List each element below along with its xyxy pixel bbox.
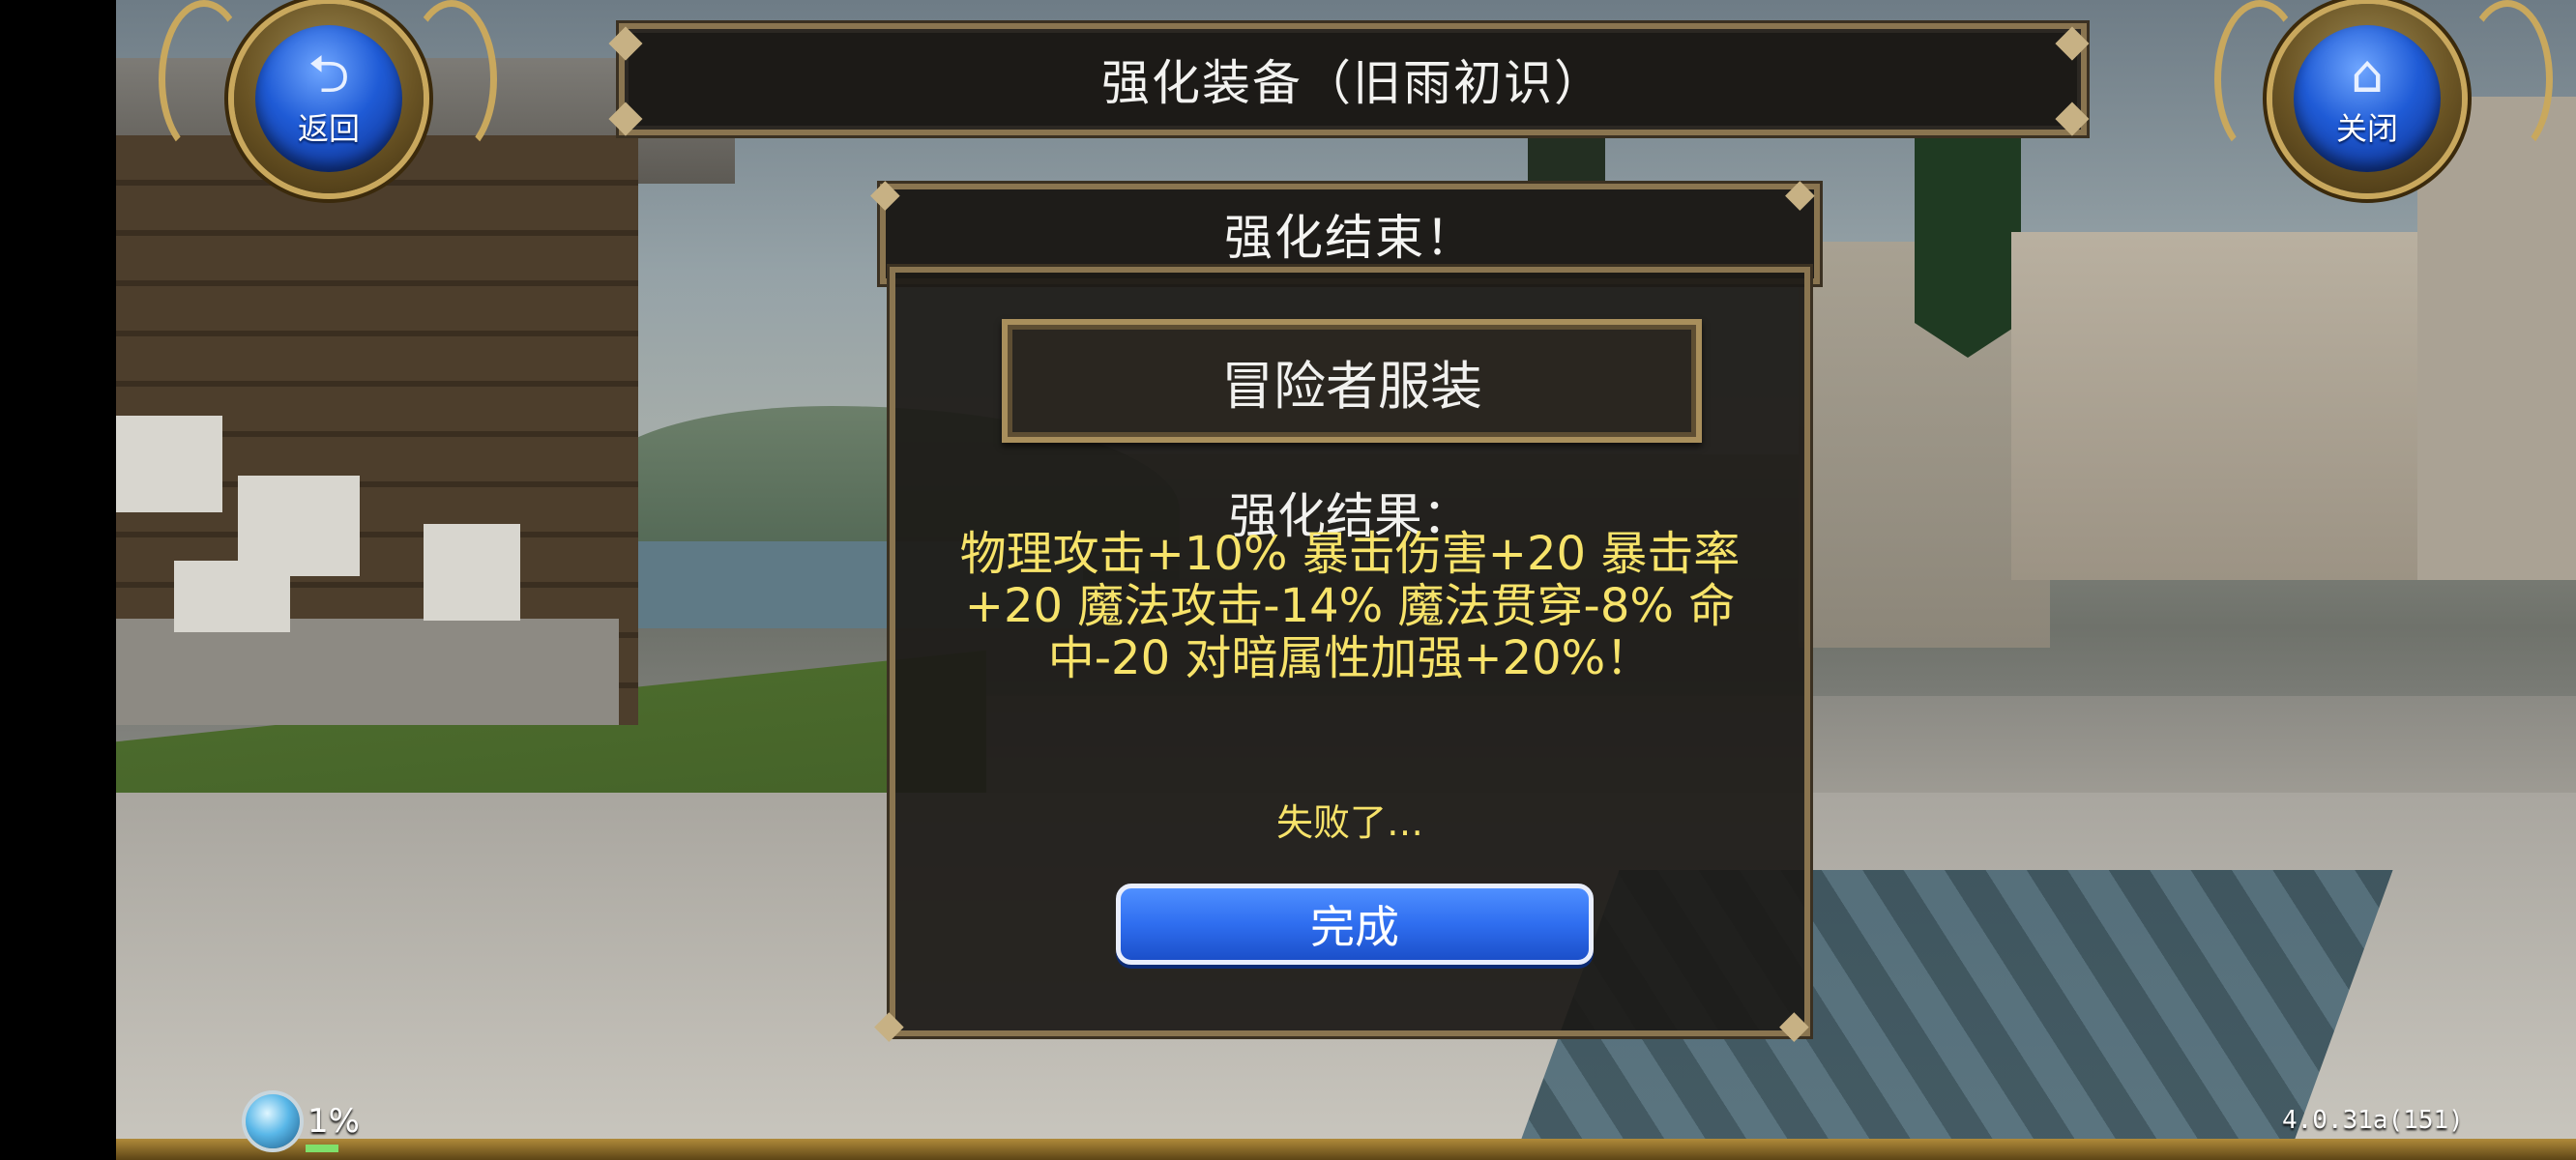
shed-base bbox=[116, 619, 619, 725]
status-text: 失败了… bbox=[1275, 801, 1423, 844]
title-bar: 强化装备（旧雨初识） bbox=[619, 23, 2087, 135]
page-title: 强化装备（旧雨初识） bbox=[1101, 55, 1604, 111]
enhance-result-dialog: 冒险者服装 强化结果： 物理攻击+10% 暴击伤害+20 暴击率+20 魔法攻击… bbox=[890, 267, 1810, 1036]
item-name: 冒险者服装 bbox=[1221, 355, 1482, 417]
done-button[interactable]: 完成 bbox=[1116, 884, 1594, 965]
corner-ornament-icon: ◆ bbox=[1779, 1002, 1809, 1047]
result-stats-text: 物理攻击+10% 暴击伤害+20 暴击率+20 魔法攻击-14% 魔法贯穿-8%… bbox=[959, 527, 1741, 685]
notice-poster bbox=[424, 524, 520, 621]
back-button[interactable]: ⮌ 返回 bbox=[234, 4, 424, 193]
done-button-label: 完成 bbox=[1310, 901, 1399, 953]
corner-ornament-icon: ◆ bbox=[874, 1002, 904, 1047]
version-label: 4.0.31a(151) bbox=[2282, 1106, 2464, 1135]
progress-percent: 1% bbox=[307, 1102, 360, 1141]
corner-ornament-icon: ◆ bbox=[608, 14, 643, 66]
download-status-icon[interactable] bbox=[246, 1094, 300, 1148]
progress-bar-fill bbox=[306, 1145, 338, 1152]
dialog-title: 强化结束！ bbox=[1224, 210, 1476, 266]
green-banner bbox=[1915, 126, 2021, 358]
notice-poster bbox=[174, 561, 290, 632]
close-button-label: 关闭 bbox=[2335, 110, 2398, 147]
corner-ornament-icon: ◆ bbox=[870, 171, 900, 216]
bottom-gold-bar bbox=[116, 1139, 2576, 1160]
back-button-label: 返回 bbox=[297, 110, 360, 147]
return-arrow-icon: ⮌ bbox=[307, 44, 350, 104]
close-button[interactable]: ⌂ 关闭 bbox=[2272, 4, 2462, 193]
home-icon: ⌂ bbox=[2350, 44, 2385, 104]
close-button-wing bbox=[2462, 0, 2553, 159]
item-name-plate: 冒险者服装 bbox=[1002, 319, 1702, 443]
corner-ornament-icon: ◆ bbox=[608, 89, 643, 141]
corner-ornament-icon: ◆ bbox=[1785, 171, 1815, 216]
notice-poster bbox=[116, 416, 222, 512]
stone-tower bbox=[2417, 97, 2576, 580]
corner-ornament-icon: ◆ bbox=[2055, 89, 2090, 141]
corner-ornament-icon: ◆ bbox=[2055, 14, 2090, 66]
